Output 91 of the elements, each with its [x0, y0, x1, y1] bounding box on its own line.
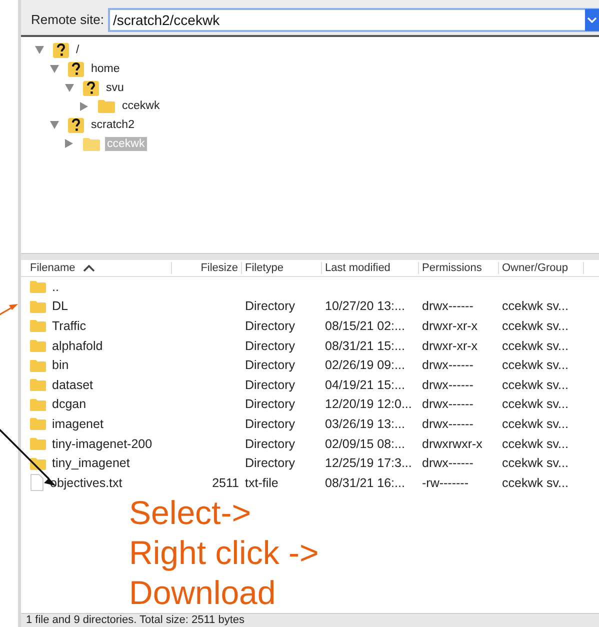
column-header[interactable]: Last modified [322, 262, 419, 274]
column-header[interactable]: Filename [27, 262, 172, 274]
question-folder-icon [53, 42, 69, 58]
folder-icon [30, 319, 46, 332]
table-cell: 08/31/21 16:... [325, 476, 405, 490]
table-cell[interactable]: .. [52, 280, 59, 294]
folder-icon [30, 339, 46, 352]
table-cell[interactable]: alphafold [52, 338, 103, 353]
table-cell: 03/26/19 13:... [325, 416, 405, 431]
column-header[interactable]: Filesize [172, 262, 242, 274]
tree-item[interactable]: ccekwk [120, 99, 162, 114]
table-cell: ccekwk sv... [502, 338, 568, 353]
table-cell: Directory [245, 358, 296, 372]
table-cell: ccekwk sv... [502, 456, 568, 470]
table-cell: ccekwk sv... [502, 299, 568, 314]
table-cell: 12/20/19 12:0... [325, 397, 412, 412]
table-cell: 02/09/15 08:... [325, 436, 405, 451]
dropdown-icon[interactable] [585, 8, 599, 30]
column-header[interactable]: Permissions [419, 262, 499, 274]
folder-icon [83, 136, 100, 151]
table-cell: Directory [245, 318, 296, 333]
table-cell[interactable]: tiny-imagenet-200 [52, 436, 152, 451]
table-cell: drwx------ [422, 299, 474, 314]
expanded-triangle-icon[interactable] [35, 46, 47, 54]
folder-icon [30, 300, 46, 313]
table-cell: Directory [245, 456, 296, 470]
table-cell: -rw------- [422, 476, 468, 490]
table-cell[interactable]: dataset [52, 378, 94, 392]
table-cell: Directory [245, 416, 296, 431]
table-cell: 08/15/21 02:... [325, 318, 405, 333]
table-cell: drwx------ [422, 416, 474, 431]
annotation-text: Download [129, 576, 277, 609]
table-cell[interactable]: bin [52, 358, 69, 372]
table-cell: 2511 [212, 476, 239, 490]
table-cell: ccekwk sv... [502, 436, 568, 451]
table-cell: drwx------ [422, 456, 474, 470]
folder-icon [30, 398, 46, 411]
column-header[interactable]: Filetype [242, 262, 322, 274]
table-cell: 10/27/20 13:... [325, 299, 405, 314]
expanded-triangle-icon[interactable] [50, 65, 62, 74]
table-cell: ccekwk sv... [502, 358, 568, 372]
table-cell[interactable]: imagenet [52, 416, 104, 431]
folder-icon [30, 378, 46, 392]
table-cell: txt-file [245, 476, 278, 490]
folder-icon [30, 417, 46, 430]
table-cell[interactable]: Traffic [52, 318, 86, 333]
tree-item[interactable]: / [74, 43, 82, 58]
table-cell: Directory [245, 378, 296, 392]
question-folder-icon [83, 80, 99, 96]
table-cell[interactable]: tiny_imagenet [52, 456, 130, 470]
table-cell: drwx------ [422, 358, 474, 372]
folder-icon [30, 358, 46, 372]
annotation-text: Right click -> [129, 536, 319, 569]
table-cell: Directory [245, 397, 296, 412]
table-cell: 02/26/19 09:... [325, 358, 405, 372]
column-header[interactable]: Owner/Group [499, 262, 584, 274]
table-cell: drwx------ [422, 397, 474, 412]
table-cell: ccekwk sv... [502, 318, 568, 333]
remote-site-field[interactable]: /scratch2/ccekwk [108, 8, 599, 32]
expanded-triangle-icon[interactable] [65, 84, 77, 92]
table-cell: drwxr-xr-x [422, 318, 478, 333]
table-cell: drwxrwxr-x [422, 436, 482, 451]
tree-item[interactable]: scratch2 [89, 118, 136, 132]
table-cell[interactable]: DL [52, 299, 68, 314]
folder-icon [30, 437, 46, 450]
expanded-triangle-icon[interactable] [50, 121, 62, 130]
table-cell: ccekwk sv... [502, 397, 568, 412]
table-cell: Directory [245, 299, 296, 314]
table-cell: ccekwk sv... [502, 378, 568, 392]
table-cell: 04/19/21 15:... [325, 378, 405, 392]
table-cell: drwxr-xr-x [422, 338, 478, 353]
table-cell: drwx------ [422, 378, 474, 392]
tree-item[interactable]: home [89, 62, 122, 76]
folder-icon [98, 99, 115, 114]
table-cell: ccekwk sv... [502, 476, 568, 490]
folder-icon [30, 280, 46, 294]
status-bar: 1 file and 9 directories. Total size: 2511 bytes [21, 613, 599, 627]
table-cell: Directory [245, 338, 296, 353]
table-cell: Directory [245, 436, 296, 451]
table-cell: ccekwk sv... [502, 416, 568, 431]
arrow [0, 303, 19, 317]
document-icon [30, 474, 44, 492]
annotation-text: Select-> [129, 496, 252, 529]
remote-site-label: Remote site: [31, 12, 104, 27]
question-folder-icon [68, 117, 84, 134]
sort-ascending-icon [83, 264, 96, 272]
table-cell[interactable]: dcgan [52, 397, 86, 412]
tree-item[interactable]: svu [104, 80, 126, 95]
table-cell: 12/25/19 17:3... [325, 456, 412, 470]
table-cell: 08/31/21 15:... [325, 338, 405, 353]
question-folder-icon [68, 61, 84, 78]
